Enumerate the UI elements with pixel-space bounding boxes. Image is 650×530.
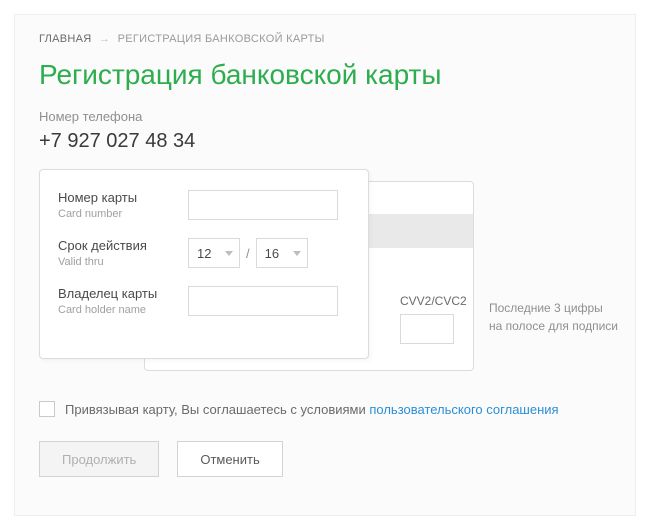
expiry-year-select[interactable]: 16 bbox=[256, 238, 308, 268]
breadcrumb-home[interactable]: ГЛАВНАЯ bbox=[39, 33, 92, 45]
holder-label: Владелец карты bbox=[58, 286, 188, 301]
agreement-text: Привязывая карту, Вы соглашаетесь с усло… bbox=[65, 402, 559, 417]
cvv-hint: Последние 3 цифры на полосе для подписи bbox=[489, 299, 619, 335]
cancel-button[interactable]: Отменить bbox=[177, 441, 282, 477]
chevron-down-icon bbox=[293, 251, 301, 256]
continue-button[interactable]: Продолжить bbox=[39, 441, 159, 477]
holder-name-input[interactable] bbox=[188, 286, 338, 316]
page-title: Регистрация банковской карты bbox=[39, 59, 611, 91]
card-number-sublabel: Card number bbox=[58, 208, 188, 220]
expiry-month-value: 12 bbox=[197, 246, 211, 261]
phone-label: Номер телефона bbox=[39, 109, 611, 124]
button-row: Продолжить Отменить bbox=[39, 441, 611, 477]
expiry-label: Срок действия bbox=[58, 238, 188, 253]
breadcrumb-arrow-icon: → bbox=[99, 33, 110, 45]
card-registration-panel: ГЛАВНАЯ → РЕГИСТРАЦИЯ БАНКОВСКОЙ КАРТЫ Р… bbox=[14, 14, 636, 516]
cards-area: CVV2/CVC2 Последние 3 цифры на полосе дл… bbox=[39, 169, 611, 379]
cvv-input[interactable] bbox=[400, 314, 454, 344]
card-front: Номер карты Card number Срок действия Va… bbox=[39, 169, 369, 359]
expiry-year-value: 16 bbox=[265, 246, 279, 261]
breadcrumb: ГЛАВНАЯ → РЕГИСТРАЦИЯ БАНКОВСКОЙ КАРТЫ bbox=[39, 33, 611, 45]
phone-block: Номер телефона +7 927 027 48 34 bbox=[39, 109, 611, 153]
expiry-divider: / bbox=[246, 246, 250, 261]
holder-sublabel: Card holder name bbox=[58, 304, 188, 316]
breadcrumb-current: РЕГИСТРАЦИЯ БАНКОВСКОЙ КАРТЫ bbox=[118, 33, 325, 45]
expiry-sublabel: Valid thru bbox=[58, 256, 188, 268]
card-number-label: Номер карты bbox=[58, 190, 188, 205]
agreement-row: Привязывая карту, Вы соглашаетесь с усло… bbox=[39, 401, 611, 417]
phone-value: +7 927 027 48 34 bbox=[39, 130, 611, 153]
card-number-input[interactable] bbox=[188, 190, 338, 220]
agreement-checkbox[interactable] bbox=[39, 401, 55, 417]
agreement-link[interactable]: пользовательского соглашения bbox=[369, 402, 558, 417]
chevron-down-icon bbox=[225, 251, 233, 256]
cvv-label: CVV2/CVC2 bbox=[400, 294, 467, 308]
expiry-month-select[interactable]: 12 bbox=[188, 238, 240, 268]
